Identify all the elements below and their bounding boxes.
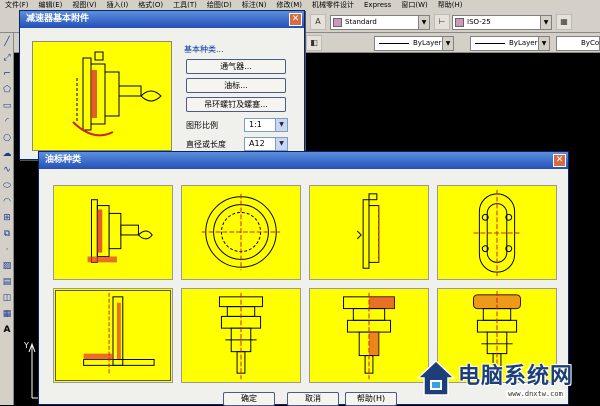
scale-value: 1:1 [249,120,262,129]
scale-select[interactable]: 1:1 ▼ [244,118,288,132]
hatch-icon[interactable]: ▨ [1,259,13,273]
dim-style-icon[interactable]: ⊢ [434,14,450,30]
chevron-down-icon[interactable]: ▼ [538,37,549,50]
watermark-name: 电脑系统网 [458,363,574,389]
basic-types-label: 基本种类... [184,45,224,54]
chevron-down-icon[interactable]: ▼ [275,138,287,150]
ellipse-icon[interactable]: ⬭ [1,179,13,193]
gradient-icon[interactable]: ▤ [1,275,13,289]
text-style-icon [333,18,342,27]
insert-block-icon[interactable]: ⊞ [1,211,13,225]
help-button[interactable]: 帮助(H) [345,392,397,406]
gauge-type-6-drawing [218,292,264,380]
dim-style-value: ISO-25 [467,18,491,26]
text-style-select[interactable]: Standard ▼ [330,15,430,30]
oil-gauge-button[interactable]: 油标... [186,78,286,93]
color-select[interactable]: ByLayer ▼ [374,36,454,51]
rectangle-icon[interactable]: ▭ [1,99,13,113]
arc-icon[interactable]: ◜ [1,115,13,129]
dialog1-titlebar[interactable]: 减速器基本附件 ✕ [20,11,304,28]
dialog2-titlebar[interactable]: 油标种类 ✕ [39,152,568,169]
point-icon[interactable]: · [1,243,13,257]
line-sample [475,42,505,44]
dialog1-title: 减速器基本附件 [26,14,90,24]
table-icon[interactable]: ▦ [1,307,13,321]
ellipse-arc-icon[interactable]: ◠ [1,195,13,209]
style-icon[interactable]: A [310,14,326,30]
menu-window[interactable]: 窗口(W) [396,0,432,11]
lineweight-select[interactable]: ByCo [556,36,600,51]
close-icon[interactable]: ✕ [553,154,566,167]
size-select[interactable]: A12 ▼ [244,137,288,151]
dialog2-title: 油标种类 [45,155,82,165]
size-value: A12 [249,139,265,148]
chevron-down-icon[interactable]: ▼ [540,16,551,29]
line-sample [379,42,409,44]
layer-icon[interactable]: ◧ [306,35,322,51]
dim-style-icon-small [455,18,464,27]
dim-style-select[interactable]: ISO-25 ▼ [452,15,552,30]
gauge-type-5-drawing [83,292,155,376]
xline-icon[interactable]: ⤢ [1,51,13,65]
make-block-icon[interactable]: ⧉ [1,227,13,241]
menu-help[interactable]: 帮助(H) [433,0,468,11]
gauge-type-1[interactable] [53,185,173,280]
revcloud-icon[interactable]: ☁ [1,147,13,161]
site-watermark: 电脑系统网 www.dnxtw.com [416,354,600,405]
gauge-type-4[interactable] [437,185,557,280]
menu-express[interactable]: Express [359,0,396,11]
gauge-type-6[interactable] [181,288,301,383]
oil-gauge-drawing [72,51,162,137]
chevron-down-icon[interactable]: ▼ [442,37,453,50]
house-logo-icon [416,359,456,396]
linetype-select[interactable]: ByLayer ▼ [470,36,550,51]
chevron-down-icon[interactable]: ▼ [275,119,287,131]
polyline-icon[interactable]: ⌐ [1,67,13,81]
cancel-button[interactable]: 取消 [287,392,339,406]
spline-icon[interactable]: ∿ [1,163,13,177]
gauge-type-4-drawing [473,189,521,277]
ok-button[interactable]: 确定 [223,392,275,406]
text-style-value: Standard [345,18,377,26]
table-style-icon[interactable]: ▦ [556,14,572,30]
lineweight-value: ByCo [581,39,600,47]
linetype-value: ByLayer [509,39,538,47]
scale-label: 图形比例 [186,121,218,130]
vent-button[interactable]: 通气器... [186,59,286,74]
accessory-preview [32,41,172,151]
menu-mech-design[interactable]: 机械零件设计 [307,0,359,11]
eyebolt-plug-button[interactable]: 吊环螺钉及螺塞... [186,97,286,112]
draw-toolbar: ╱ ⤢ ⌐ ⬠ ▭ ◜ ○ ☁ ∿ ⬭ ◠ ⊞ ⧉ · ▨ ▤ ◫ ▦ A [0,33,14,405]
gauge-type-2[interactable] [181,185,301,280]
region-icon[interactable]: ◫ [1,291,13,305]
color-value: ByLayer [413,39,442,47]
reducer-accessories-dialog: 减速器基本附件 ✕ 基本种类... 通气器... 油标... 吊环螺钉及螺塞..… [19,10,305,160]
gauge-type-5[interactable] [53,288,173,383]
svg-text:Y: Y [23,341,29,350]
gauge-type-7-drawing [343,292,395,380]
size-label: 直径或长度 [186,140,226,149]
circle-icon[interactable]: ○ [1,131,13,145]
mtext-icon[interactable]: A [1,323,13,337]
gauge-type-2-drawing [201,193,281,271]
polygon-icon[interactable]: ⬠ [1,83,13,97]
gauge-type-3-drawing [356,193,380,269]
gauge-type-3[interactable] [309,185,429,280]
gauge-type-1-drawing [87,199,153,263]
line-icon[interactable]: ╱ [1,35,13,49]
watermark-url: www.dnxtw.com [506,390,565,398]
chevron-down-icon[interactable]: ▼ [418,16,429,29]
close-icon[interactable]: ✕ [289,13,302,26]
gauge-type-7[interactable] [309,288,429,383]
